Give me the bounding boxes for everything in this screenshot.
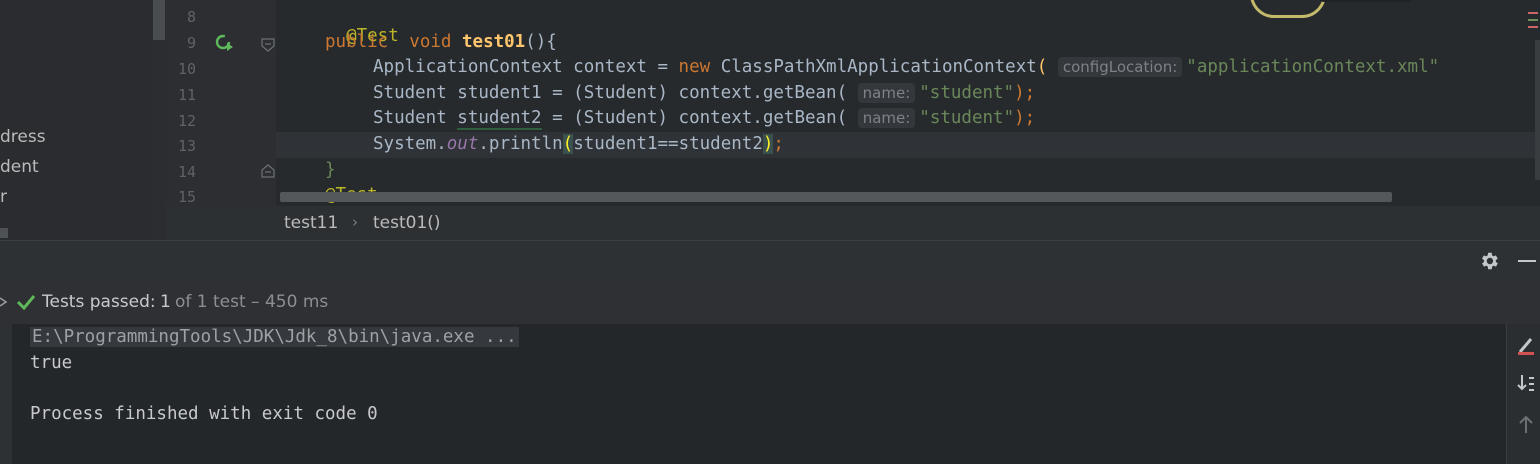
parameter-hint: name: <box>857 83 916 103</box>
breadcrumb-separator: › <box>352 213 358 231</box>
keyword-token: void <box>409 32 452 52</box>
tree-item[interactable]: r <box>0 187 7 207</box>
code-token: ( <box>1036 57 1048 77</box>
line-number: 10 <box>177 60 196 78</box>
line-number: 15 <box>177 188 196 206</box>
code-token: student1==student2 <box>573 134 763 154</box>
line-number: 8 <box>186 8 196 26</box>
fold-end-icon[interactable] <box>261 163 275 182</box>
code-token: ClassPathXmlApplicationContext <box>710 57 1037 77</box>
code-token: Student <box>373 108 458 128</box>
up-arrow-icon[interactable] <box>1518 414 1534 438</box>
keyword-token: public <box>325 32 389 52</box>
code-token: .println <box>478 134 563 154</box>
check-icon <box>16 292 36 316</box>
run-tool-window-header <box>0 240 1540 283</box>
code-token: ); <box>1014 83 1036 103</box>
code-line-14[interactable]: } <box>325 160 336 180</box>
tests-passed-detail: of 1 test – 450 ms <box>175 292 329 312</box>
console-toolbar <box>1506 324 1540 464</box>
scroll-to-end-icon[interactable] <box>1517 374 1535 398</box>
string-token: "student" <box>919 83 1015 103</box>
matched-brace: ) <box>762 134 774 154</box>
gear-icon[interactable] <box>1478 250 1500 276</box>
tree-item[interactable]: dress <box>0 127 46 147</box>
code-line-9[interactable]: public void test01(){ <box>325 32 557 52</box>
line-number: 13 <box>177 137 196 155</box>
line-number: 9 <box>186 34 196 52</box>
fold-icon[interactable] <box>261 37 275 56</box>
error-stripe-marker[interactable] <box>1528 19 1538 21</box>
parameter-hint: name: <box>857 108 916 128</box>
code-line-12[interactable]: Student student2 = (Student) context.get… <box>373 108 1036 130</box>
console-command[interactable]: E:\ProgrammingTools\JDK\Jdk_8\bin\java.e… <box>30 327 519 347</box>
tests-passed-count: 1 <box>160 292 171 312</box>
minimize-icon[interactable] <box>1518 260 1536 262</box>
tree-item[interactable]: dent <box>0 157 39 177</box>
matched-brace: ( <box>562 134 574 154</box>
code-line-13[interactable]: System.out.println(student1==student2); <box>373 134 784 154</box>
code-line-10[interactable]: ApplicationContext context = new ClassPa… <box>373 57 1439 77</box>
code-token: Student student1 = (Student) context.get… <box>373 83 848 103</box>
run-test-icon[interactable] <box>214 32 234 56</box>
string-token: "applicationContext.xml" <box>1186 57 1440 77</box>
tree-vertical-scrollbar[interactable] <box>153 0 165 40</box>
variable-token: student2 <box>457 108 542 130</box>
editor-vertical-scrollbar[interactable] <box>1535 40 1540 180</box>
line-number: 14 <box>177 163 196 181</box>
error-stripe-marker[interactable] <box>1528 26 1538 28</box>
line-number: 12 <box>177 112 196 130</box>
keyword-token: new <box>678 57 711 77</box>
tree-horizontal-scrollbar[interactable] <box>0 228 8 238</box>
string-token: "student" <box>919 108 1015 128</box>
parameter-hint: configLocation: <box>1057 57 1183 77</box>
collapse-arrow-icon[interactable] <box>0 294 8 313</box>
editor-horizontal-scrollbar[interactable] <box>280 192 1392 202</box>
code-token: = (Student) context.getBean( <box>541 108 848 128</box>
console-command-line[interactable]: E:\ProgrammingTools\JDK\Jdk_8\bin\java.e… <box>30 327 519 347</box>
console-left-strip <box>0 324 12 464</box>
code-token: } <box>325 160 336 180</box>
code-token: System. <box>373 134 447 154</box>
code-token: (){ <box>525 32 557 52</box>
code-token: ; <box>773 134 784 154</box>
breadcrumb-item-method[interactable]: test01() <box>373 213 441 233</box>
static-field-token: out <box>446 134 479 154</box>
code-line-11[interactable]: Student student1 = (Student) context.get… <box>373 83 1035 103</box>
project-tree-panel: dress dent r <box>0 0 152 240</box>
console-exit-line: Process finished with exit code 0 <box>30 404 378 424</box>
method-name-token: test01 <box>462 32 526 52</box>
code-token: ApplicationContext context = <box>373 57 679 77</box>
console-output-line: true <box>30 353 73 373</box>
tests-passed-label: Tests passed: <box>42 292 156 312</box>
code-editor[interactable] <box>276 0 1540 206</box>
line-number: 11 <box>177 86 196 104</box>
clear-console-icon[interactable] <box>1516 336 1536 360</box>
decorative-bar <box>1318 0 1413 2</box>
breadcrumb-item-class[interactable]: test11 <box>284 213 338 233</box>
code-token: ); <box>1014 108 1036 128</box>
error-stripe-marker[interactable] <box>1528 12 1538 14</box>
